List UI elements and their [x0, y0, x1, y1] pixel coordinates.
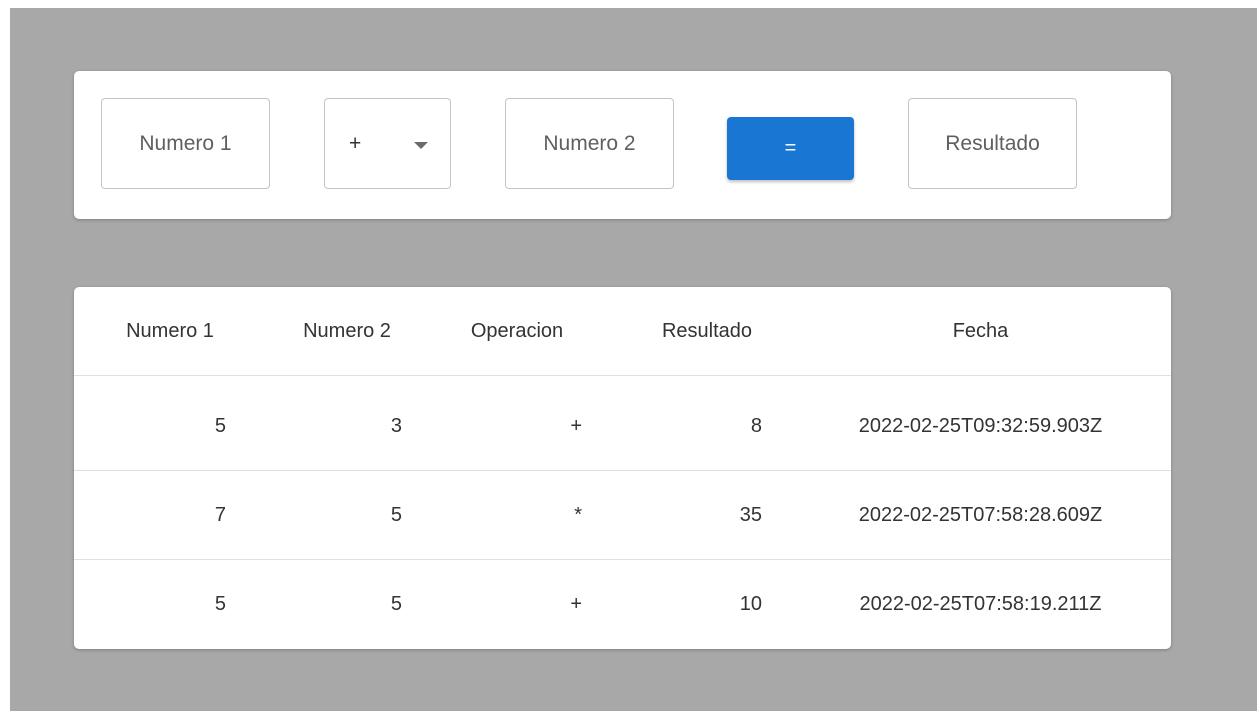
- table-header-row: Numero 1 Numero 2 Operacion Resultado Fe…: [74, 287, 1171, 376]
- cell-resultado: 35: [739, 504, 762, 526]
- resultado-input[interactable]: [909, 130, 1076, 157]
- cell-operacion: +: [570, 593, 582, 615]
- column-header-operacion: Operacion: [470, 320, 564, 342]
- cell-resultado: 8: [750, 415, 762, 437]
- column-header-numero1: Numero 1: [126, 320, 214, 342]
- numero1-input[interactable]: [102, 130, 269, 157]
- cell-numero2: 5: [390, 593, 402, 615]
- table-row: 5 5 + 10 2022-02-25T07:58:19.211Z: [74, 560, 1171, 649]
- operator-select[interactable]: +: [324, 98, 451, 189]
- column-header-numero2: Numero 2: [303, 320, 391, 342]
- cell-numero1: 5: [214, 593, 226, 615]
- equals-button[interactable]: =: [727, 117, 854, 180]
- app-background: + = Numero 1 Numero 2 Operacion Resultad…: [10, 8, 1257, 711]
- operator-value: +: [349, 131, 362, 155]
- cell-numero2: 3: [390, 415, 402, 437]
- chevron-down-icon: [414, 142, 428, 149]
- column-header-resultado: Resultado: [661, 320, 753, 342]
- cell-numero2: 5: [390, 504, 402, 526]
- numero2-input[interactable]: [506, 130, 673, 157]
- numero2-field[interactable]: [505, 98, 674, 189]
- calculator-card: + =: [74, 71, 1171, 219]
- numero1-field[interactable]: [101, 98, 270, 189]
- column-header-fecha: Fecha: [952, 320, 1009, 342]
- cell-numero1: 5: [214, 415, 226, 437]
- cell-operacion: +: [570, 415, 582, 437]
- cell-numero1: 7: [214, 504, 226, 526]
- cell-fecha: 2022-02-25T09:32:59.903Z: [858, 415, 1103, 437]
- cell-resultado: 10: [739, 593, 762, 615]
- table-row: 5 3 + 8 2022-02-25T09:32:59.903Z: [74, 382, 1171, 471]
- table-row: 7 5 * 35 2022-02-25T07:58:28.609Z: [74, 471, 1171, 560]
- cell-fecha: 2022-02-25T07:58:28.609Z: [858, 504, 1103, 526]
- cell-operacion: *: [574, 504, 582, 526]
- history-table: Numero 1 Numero 2 Operacion Resultado Fe…: [74, 287, 1171, 649]
- resultado-field[interactable]: [908, 98, 1077, 189]
- cell-fecha: 2022-02-25T07:58:19.211Z: [859, 593, 1102, 615]
